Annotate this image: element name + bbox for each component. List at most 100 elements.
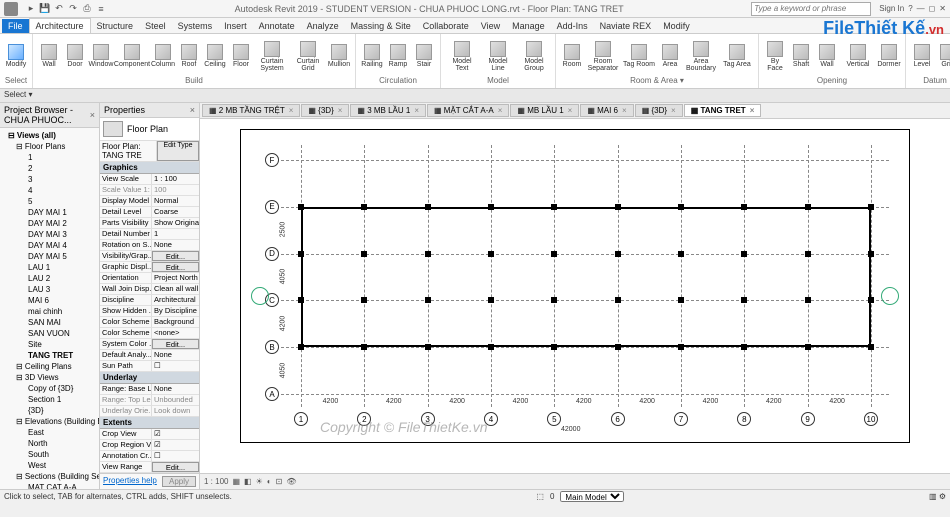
ribbon-tab-addins[interactable]: Add-Ins bbox=[551, 19, 594, 33]
tool-component[interactable]: Component bbox=[115, 36, 149, 76]
instance-selector[interactable]: Floor Plan: TANG TRE bbox=[100, 141, 157, 161]
ribbon-tab-annotate[interactable]: Annotate bbox=[253, 19, 301, 33]
tree-item[interactable]: LAU 1 bbox=[2, 262, 97, 273]
ribbon-tab-massingsite[interactable]: Massing & Site bbox=[345, 19, 417, 33]
close-tab-icon[interactable]: × bbox=[338, 106, 343, 115]
crop-icon[interactable]: ⊡ bbox=[276, 477, 283, 486]
tool-modify[interactable]: Modify bbox=[4, 36, 28, 76]
qat-print-icon[interactable]: ⎙ bbox=[81, 3, 93, 15]
ribbon-tab-collaborate[interactable]: Collaborate bbox=[417, 19, 475, 33]
tree-item[interactable]: East bbox=[2, 427, 97, 438]
ribbon-tab-structure[interactable]: Structure bbox=[91, 19, 140, 33]
tool-level[interactable]: Level bbox=[910, 36, 934, 76]
help-search-input[interactable] bbox=[751, 2, 871, 16]
tree-item[interactable]: Section 1 bbox=[2, 394, 97, 405]
view-tab[interactable]: ▦ {3D}× bbox=[301, 104, 349, 117]
prop-row[interactable]: Parts VisibilityShow Original bbox=[100, 218, 199, 229]
close-browser-icon[interactable]: × bbox=[90, 110, 95, 120]
tool-window[interactable]: Window bbox=[89, 36, 113, 76]
prop-section-header[interactable]: Underlay bbox=[100, 372, 199, 384]
view-tab[interactable]: ▦ MẶT CẮT A-A× bbox=[427, 104, 509, 117]
viewport[interactable]: ABCDEF1234567891042004200420042004200420… bbox=[200, 119, 950, 473]
detail-level-icon[interactable]: ▦ bbox=[232, 477, 240, 486]
prop-row[interactable]: Scale Value 1:100 bbox=[100, 185, 199, 196]
prop-row[interactable]: Graphic Displ...Edit... bbox=[100, 262, 199, 273]
prop-row[interactable]: OrientationProject North bbox=[100, 273, 199, 284]
app-menu-button[interactable] bbox=[4, 2, 18, 16]
close-tab-icon[interactable]: × bbox=[568, 106, 573, 115]
tool-tagroom[interactable]: Tag Room bbox=[622, 36, 656, 76]
prop-section-header[interactable]: Graphics bbox=[100, 162, 199, 174]
tool-vertical[interactable]: Vertical bbox=[841, 36, 875, 76]
signin-link[interactable]: Sign In bbox=[879, 4, 904, 13]
view-tab[interactable]: ▦ TANG TRET× bbox=[684, 104, 762, 117]
help-icon[interactable]: ? bbox=[908, 4, 912, 13]
prop-row[interactable]: Color Scheme<none> bbox=[100, 328, 199, 339]
tool-room[interactable]: Room bbox=[560, 36, 584, 76]
view-tab[interactable]: ▦ {3D}× bbox=[635, 104, 683, 117]
properties-help-link[interactable]: Properties help bbox=[103, 476, 157, 487]
close-tab-icon[interactable]: × bbox=[498, 106, 503, 115]
ribbon-tab-systems[interactable]: Systems bbox=[172, 19, 219, 33]
tool-modeltext[interactable]: Model Text bbox=[445, 36, 479, 76]
tree-item[interactable]: 5 bbox=[2, 196, 97, 207]
ribbon-tab-architecture[interactable]: Architecture bbox=[29, 18, 91, 33]
tree-item[interactable]: DAY MAI 2 bbox=[2, 218, 97, 229]
tool-modelline[interactable]: Model Line bbox=[481, 36, 515, 76]
qat-more-icon[interactable]: ≡ bbox=[95, 3, 107, 15]
prop-row[interactable]: Display ModelNormal bbox=[100, 196, 199, 207]
close-tab-icon[interactable]: × bbox=[622, 106, 627, 115]
prop-row[interactable]: View Scale1 : 100 bbox=[100, 174, 199, 185]
qat-open-icon[interactable]: ▸ bbox=[25, 3, 37, 15]
tree-item[interactable]: ⊟ 3D Views bbox=[2, 372, 97, 383]
tool-curtaingrid[interactable]: Curtain Grid bbox=[291, 36, 325, 76]
tree-item[interactable]: mai chinh bbox=[2, 306, 97, 317]
scale-control[interactable]: 1 : 100 bbox=[204, 477, 228, 486]
tool-modelgroup[interactable]: Model Group bbox=[517, 36, 551, 76]
close-tab-icon[interactable]: × bbox=[289, 106, 294, 115]
tree-item[interactable]: MAI 6 bbox=[2, 295, 97, 306]
tool-ramp[interactable]: Ramp bbox=[386, 36, 410, 76]
ribbon-tab-steel[interactable]: Steel bbox=[139, 19, 172, 33]
prop-section-header[interactable]: Extents bbox=[100, 417, 199, 429]
prop-row[interactable]: View RangeEdit... bbox=[100, 462, 199, 473]
tool-railing[interactable]: Railing bbox=[360, 36, 384, 76]
status-options-icon[interactable]: ⚙ bbox=[939, 492, 946, 501]
tool-byface[interactable]: By Face bbox=[763, 36, 787, 76]
tree-item[interactable]: DAY MAI 3 bbox=[2, 229, 97, 240]
tree-item[interactable]: SAN MAI bbox=[2, 317, 97, 328]
close-icon[interactable]: ✕ bbox=[939, 4, 946, 13]
ribbon-tab-manage[interactable]: Manage bbox=[506, 19, 551, 33]
tool-dormer[interactable]: Dormer bbox=[877, 36, 901, 76]
prop-row[interactable]: Visibility/Grap...Edit... bbox=[100, 251, 199, 262]
tree-item[interactable]: North bbox=[2, 438, 97, 449]
minimize-icon[interactable]: — bbox=[917, 4, 925, 13]
tree-item[interactable]: ⊟ Sections (Building Section bbox=[2, 471, 97, 482]
tool-column[interactable]: Column bbox=[151, 36, 175, 76]
visual-style-icon[interactable]: ◧ bbox=[244, 477, 252, 486]
prop-row[interactable]: Wall Join Disp...Clean all wall j... bbox=[100, 284, 199, 295]
tree-item[interactable]: West bbox=[2, 460, 97, 471]
properties-type-selector[interactable]: Floor Plan bbox=[100, 118, 199, 141]
tree-item[interactable]: DAY MAI 5 bbox=[2, 251, 97, 262]
tree-item[interactable]: ⊟ Views (all) bbox=[2, 130, 97, 141]
hide-isolate-icon[interactable]: 👁 bbox=[286, 477, 296, 486]
tool-mullion[interactable]: Mullion bbox=[327, 36, 351, 76]
prop-row[interactable]: System Color ...Edit... bbox=[100, 339, 199, 350]
prop-row[interactable]: Color Scheme ...Background bbox=[100, 317, 199, 328]
prop-row[interactable]: Show Hidden ...By Discipline bbox=[100, 306, 199, 317]
tool-curtainsystem[interactable]: Curtain System bbox=[255, 36, 289, 76]
sun-path-icon[interactable]: ☀ bbox=[256, 477, 263, 486]
tree-item[interactable]: {3D} bbox=[2, 405, 97, 416]
tree-item[interactable]: ⊟ Ceiling Plans bbox=[2, 361, 97, 372]
close-tab-icon[interactable]: × bbox=[414, 106, 419, 115]
tool-roomseparator[interactable]: Room Separator bbox=[586, 36, 620, 76]
prop-row[interactable]: Crop View☑ bbox=[100, 429, 199, 440]
apply-button[interactable]: Apply bbox=[162, 476, 196, 487]
edit-type-button[interactable]: Edit Type bbox=[157, 141, 199, 161]
tree-item[interactable]: 3 bbox=[2, 174, 97, 185]
maximize-icon[interactable]: ◻ bbox=[929, 4, 936, 13]
tool-ceiling[interactable]: Ceiling bbox=[203, 36, 227, 76]
close-props-icon[interactable]: × bbox=[190, 105, 195, 115]
prop-row[interactable]: Range: Top Le...Unbounded bbox=[100, 395, 199, 406]
